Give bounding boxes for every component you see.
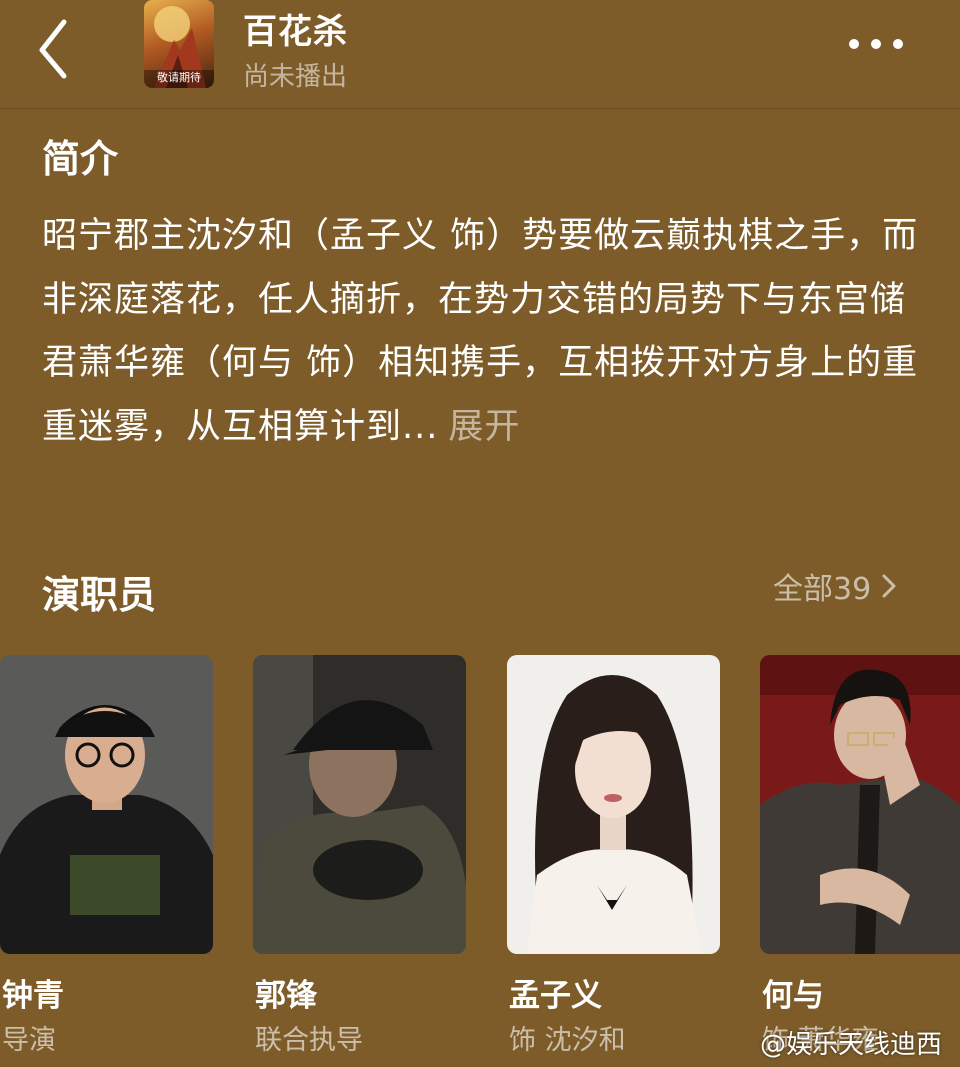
cast-card[interactable] <box>760 655 960 954</box>
chevron-left-icon <box>39 19 67 79</box>
cast-photo <box>0 655 213 954</box>
top-bar: 敬请期待 百花杀 尚未播出 <box>0 0 960 109</box>
show-poster[interactable]: 敬请期待 <box>144 0 214 88</box>
cast-role: 饰 沈汐和 <box>509 1025 626 1056</box>
show-title: 百花杀 <box>243 12 348 52</box>
intro-text-block: 昭宁郡主沈汐和（孟子义 饰）势要做云巅执棋之手，而非深庭落花，任人摘折，在势力交… <box>42 205 922 459</box>
chevron-right-icon <box>882 574 896 598</box>
cast-heading: 演职员 <box>42 573 157 617</box>
watermark: @娱乐天线迪西 <box>760 1030 943 1060</box>
cast-name: 郭锋 <box>255 978 317 1014</box>
cast-name: 钟青 <box>2 978 64 1014</box>
cast-card[interactable] <box>0 655 213 954</box>
cast-name: 孟子义 <box>509 978 602 1014</box>
cast-card[interactable] <box>253 655 466 954</box>
cast-photo <box>760 655 960 954</box>
expand-link[interactable]: 展开 <box>448 407 520 447</box>
cast-photo <box>507 655 720 954</box>
back-button[interactable] <box>22 10 86 80</box>
cast-role: 联合执导 <box>255 1025 363 1056</box>
intro-heading: 简介 <box>42 137 119 181</box>
more-dots-icon <box>849 39 903 49</box>
cast-card[interactable] <box>507 655 720 954</box>
broadcast-status: 尚未播出 <box>243 62 348 92</box>
see-all-label: 全部39 <box>773 572 872 607</box>
see-all-cast-link[interactable]: 全部39 <box>773 566 897 607</box>
cast-photo <box>253 655 466 954</box>
cast-role: 导演 <box>2 1025 56 1056</box>
poster-caption: 敬请期待 <box>157 71 201 84</box>
more-button[interactable] <box>846 30 906 58</box>
cast-name: 何与 <box>762 978 824 1014</box>
